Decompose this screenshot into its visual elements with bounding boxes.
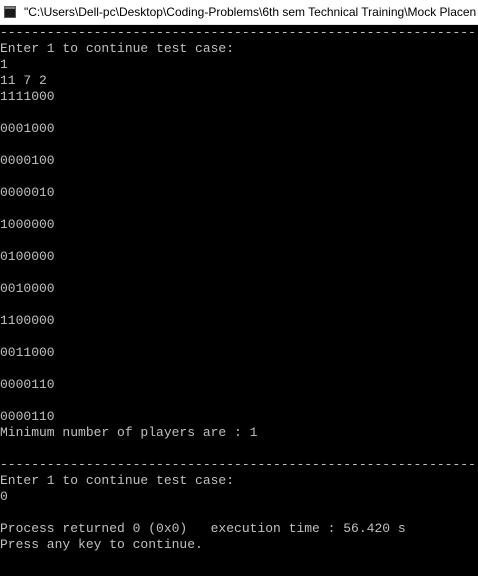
console-line: 1111000 [0,89,55,104]
console-output[interactable]: ----------------------------------------… [0,25,478,576]
console-line: 0100000 [0,249,55,264]
console-window-icon [4,5,16,18]
console-line: ----------------------------------------… [0,25,478,40]
console-line: Enter 1 to continue test case: [0,473,235,488]
console-line: Press any key to continue. [0,537,203,552]
window-title: "C:\Users\Dell-pc\Desktop\Coding-Problem… [24,5,477,19]
console-line: 0011000 [0,345,55,360]
console-line: 1 [0,57,8,72]
console-line: 0010000 [0,281,55,296]
console-line: 0 [0,489,8,504]
console-line: ----------------------------------------… [0,457,478,472]
console-line: 1000000 [0,217,55,232]
console-line: 0001000 [0,121,55,136]
console-window: "C:\Users\Dell-pc\Desktop\Coding-Problem… [0,0,478,576]
console-line: 0000110 [0,409,55,424]
console-line: Process returned 0 (0x0) execution time … [0,521,406,536]
console-line: Enter 1 to continue test case: [0,41,235,56]
console-line: 11 7 2 [0,73,47,88]
console-line: 0000100 [0,153,55,168]
console-line: 1100000 [0,313,55,328]
console-line: 0000110 [0,377,55,392]
title-bar[interactable]: "C:\Users\Dell-pc\Desktop\Coding-Problem… [0,0,478,25]
console-line: Minimum number of players are : 1 [0,425,258,440]
console-line: 0000010 [0,185,55,200]
